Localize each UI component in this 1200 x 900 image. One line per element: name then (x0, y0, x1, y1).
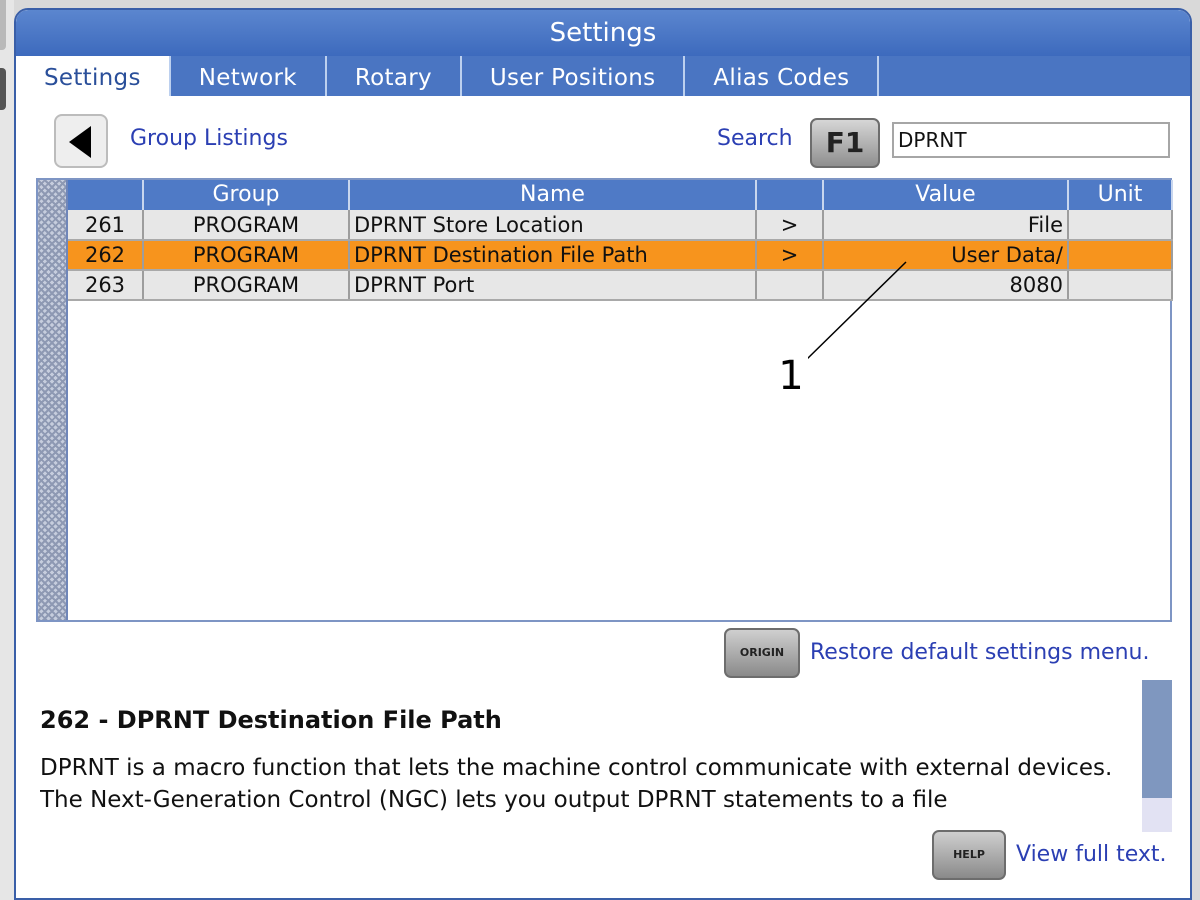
background-panel-edge-dark (0, 68, 6, 110)
background-strip (0, 0, 14, 900)
background-panel-edge (0, 0, 6, 50)
description-scroll-thumb[interactable] (1142, 680, 1172, 798)
view-full-text-link[interactable]: View full text. (1016, 842, 1167, 867)
restore-defaults-link[interactable]: Restore default settings menu. (810, 640, 1149, 665)
description-scrollbar[interactable] (1142, 680, 1172, 832)
callout-label: 1 (774, 354, 808, 398)
settings-window: Settings Settings Network Rotary User Po… (14, 8, 1192, 900)
origin-key-button[interactable]: ORIGIN (724, 628, 800, 678)
description-title: 262 - DPRNT Destination File Path (40, 706, 502, 734)
help-key-button[interactable]: HELP (932, 830, 1006, 880)
description-body: DPRNT is a macro function that lets the … (40, 755, 1113, 813)
